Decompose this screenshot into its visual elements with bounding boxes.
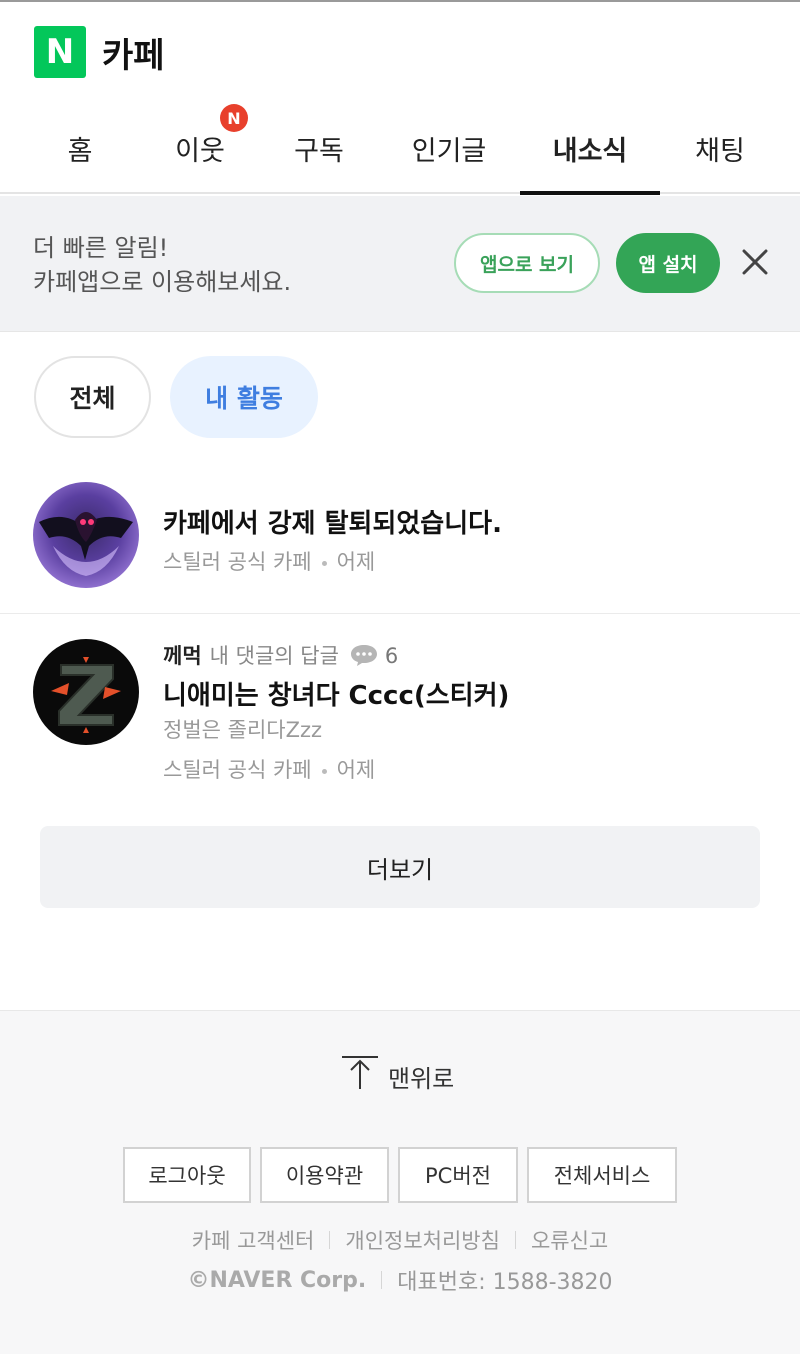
naver-logo[interactable]: N [34, 26, 86, 78]
terms-button[interactable]: 이용약관 [260, 1147, 389, 1203]
cafe-avatar [33, 482, 139, 588]
tab-popular[interactable]: 인기글 [378, 102, 520, 194]
tab-subscriptions[interactable]: 구독 [260, 102, 378, 194]
footer-links: 카페 고객센터 개인정보처리방침 오류신고 [0, 1225, 800, 1255]
copyright-text: ©NAVER Corp. [187, 1267, 367, 1293]
main-tabs: 홈 이웃 N 구독 인기글 내소식 채팅 [0, 102, 800, 195]
logout-button[interactable]: 로그아웃 [123, 1147, 251, 1203]
tab-home[interactable]: 홈 [20, 102, 140, 194]
feed-divider [0, 613, 800, 614]
reply-header: 께먹 내 댓글의 답글 6 [163, 640, 398, 670]
close-icon[interactable] [738, 240, 772, 284]
footer-copyright: ©NAVER Corp. 대표번호: 1588-3820 [0, 1264, 800, 1296]
tab-popular-label: 인기글 [411, 135, 487, 167]
tab-chat-label: 채팅 [695, 135, 745, 167]
tab-subscriptions-label: 구독 [294, 135, 344, 167]
pc-version-button[interactable]: PC버전 [398, 1147, 518, 1203]
copyright-separator [381, 1271, 383, 1289]
scroll-to-top-label: 맨위로 [388, 1064, 455, 1093]
tab-neighbors-label: 이웃 [175, 135, 225, 167]
report-error-link[interactable]: 오류신고 [531, 1225, 608, 1255]
open-in-app-button[interactable]: 앱으로 보기 [454, 233, 600, 293]
reply-author: 께먹 [163, 644, 202, 668]
feed-item-meta: 스틸러 공식 카페 어제 [163, 546, 375, 576]
header: N 카페 [0, 2, 800, 102]
scroll-to-top-button[interactable]: 맨위로 [340, 1055, 454, 1097]
app-title[interactable]: 카페 [102, 28, 165, 77]
comment-count: 6 [349, 644, 398, 668]
load-more-button[interactable]: 더보기 [40, 826, 760, 908]
link-separator [514, 1231, 516, 1249]
banner-line-2: 카페앱으로 이용해보세요. [33, 268, 292, 296]
install-app-button[interactable]: 앱 설치 [616, 233, 720, 293]
logo-letter: N [45, 32, 75, 72]
tab-chat[interactable]: 채팅 [660, 102, 780, 194]
tab-my-news[interactable]: 내소식 [520, 102, 660, 194]
tab-home-label: 홈 [67, 135, 93, 167]
arrow-up-icon [340, 1055, 380, 1097]
timestamp: 어제 [336, 758, 376, 782]
help-center-link[interactable]: 카페 고객센터 [192, 1225, 315, 1255]
all-services-button[interactable]: 전체서비스 [527, 1147, 677, 1203]
cafe-name: 스틸러 공식 카페 [163, 758, 312, 782]
footer: 맨위로 로그아웃 이용약관 PC버전 전체서비스 카페 고객센터 개인정보처리방… [0, 1010, 800, 1354]
banner-line-1: 더 빠른 알림! [33, 234, 169, 262]
timestamp: 어제 [336, 550, 376, 574]
meta-separator [321, 768, 327, 774]
comment-count-value: 6 [384, 644, 399, 668]
feed-item-title: 니애미는 창녀다 Cccc(스티커) [163, 681, 510, 711]
link-separator [329, 1231, 331, 1249]
active-tab-indicator [520, 191, 660, 195]
phone-number: 대표번호: 1588-3820 [397, 1270, 613, 1295]
privacy-policy-link[interactable]: 개인정보처리방침 [345, 1225, 500, 1255]
reply-type: 내 댓글의 답글 [209, 644, 339, 668]
comment-bubble-icon [350, 645, 377, 666]
meta-separator [321, 560, 327, 566]
reply-snippet: 정벌은 졸리다Zzz [163, 718, 323, 742]
new-badge: N [220, 104, 248, 132]
app-install-banner: 더 빠른 알림! 카페앱으로 이용해보세요. 앱으로 보기 앱 설치 [0, 196, 800, 332]
filter-my-activity-chip[interactable]: 내 활동 [170, 356, 318, 438]
cafe-name: 스틸러 공식 카페 [163, 550, 312, 574]
user-avatar [33, 639, 139, 745]
feed-item-title: 카페에서 강제 탈퇴되었습니다. [163, 509, 502, 539]
feed-item-meta: 스틸러 공식 카페 어제 [163, 754, 375, 784]
filter-all-chip[interactable]: 전체 [34, 356, 151, 438]
tab-my-news-label: 내소식 [552, 135, 628, 167]
